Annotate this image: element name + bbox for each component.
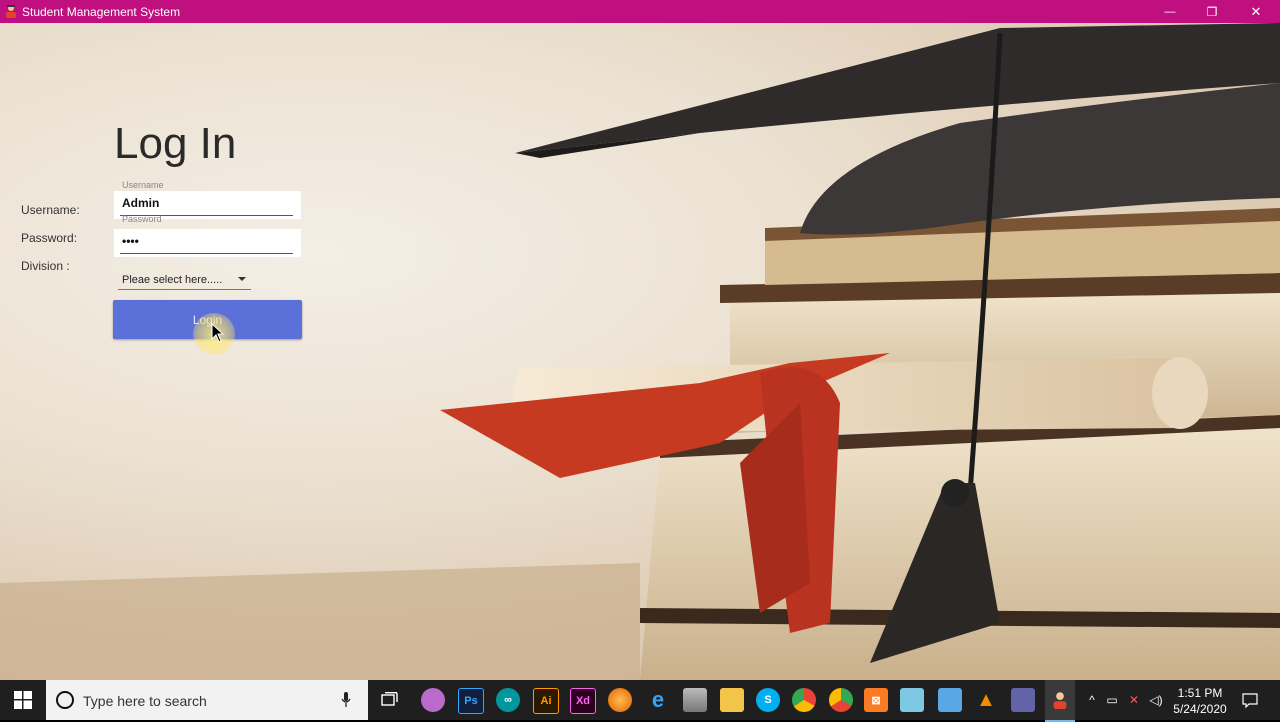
student-app-icon (6, 5, 16, 18)
photoshop-icon[interactable]: Ps (458, 688, 484, 714)
microphone-icon[interactable] (341, 692, 351, 708)
taskbar-search-box[interactable]: Type here to search (46, 680, 368, 720)
minimize-icon: — (1164, 5, 1176, 18)
division-label: Division : (21, 259, 70, 273)
windows-logo-icon (14, 691, 32, 709)
username-value: Admin (122, 196, 160, 210)
skype-icon[interactable]: S (756, 688, 780, 712)
search-placeholder: Type here to search (83, 693, 207, 709)
division-select[interactable]: Pleae select here..... (114, 268, 251, 290)
system-tray: ^ ▭ ✕ ◁) (1083, 680, 1167, 720)
password-value: •••• (122, 234, 139, 248)
minimize-button[interactable]: — (1148, 0, 1192, 23)
password-label: Password: (21, 231, 78, 245)
student-management-taskbar-icon[interactable] (1045, 680, 1075, 722)
xampp-icon[interactable]: ⊠ (864, 688, 888, 712)
network-icon[interactable]: ✕ (1123, 693, 1145, 707)
edge-icon[interactable]: e (646, 687, 670, 712)
maximize-button[interactable]: ❐ (1190, 0, 1234, 23)
start-button[interactable] (0, 680, 46, 720)
task-view-icon[interactable] (378, 688, 402, 712)
window-title: Student Management System (22, 5, 181, 19)
chevron-up-icon[interactable]: ^ (1083, 693, 1101, 707)
username-float-label: Username (122, 180, 164, 190)
chevron-down-icon (238, 277, 246, 281)
clock-date: 5/24/2020 (1173, 702, 1227, 716)
taskbar-clock[interactable]: 1:51 PM 5/24/2020 (1168, 685, 1232, 717)
login-heading: Log In (114, 119, 237, 168)
firefox-icon[interactable] (608, 688, 632, 712)
file-explorer-icon[interactable] (720, 688, 744, 712)
restore-icon: ❐ (1206, 4, 1218, 19)
title-bar[interactable]: Student Management System — ❐ ✕ (0, 0, 1280, 23)
chrome-alt-icon[interactable] (829, 688, 853, 712)
battery-icon[interactable]: ▭ (1101, 693, 1123, 707)
teams-icon[interactable] (1011, 688, 1035, 712)
paint-app-icon[interactable] (421, 688, 445, 712)
adobe-xd-icon[interactable]: Xd (570, 688, 596, 714)
login-screen: Log In Username: Username Admin Password… (0, 23, 1280, 680)
division-selected-value: Pleae select here..... (122, 274, 223, 286)
notepad-icon[interactable] (900, 688, 924, 712)
division-underline (118, 289, 251, 290)
database-icon[interactable] (683, 688, 707, 712)
password-field[interactable]: •••• (114, 229, 301, 257)
windows-taskbar: Type here to search Ps ∞ Ai Xd e S ⊠ ▲ ^… (0, 680, 1280, 722)
arduino-icon[interactable]: ∞ (496, 688, 520, 712)
password-underline (120, 253, 293, 254)
cortana-icon (56, 691, 74, 709)
close-icon: ✕ (1250, 3, 1262, 19)
app-window: Student Management System — ❐ ✕ Log In U… (0, 0, 1280, 680)
vlc-icon[interactable]: ▲ (974, 688, 998, 712)
illustrator-icon[interactable]: Ai (533, 688, 559, 714)
password-float-label: Password (122, 214, 162, 224)
notifications-icon[interactable] (1238, 688, 1262, 712)
mouse-pointer-icon (211, 323, 225, 343)
volume-icon[interactable]: ◁) (1145, 693, 1167, 707)
username-label: Username: (21, 203, 80, 217)
clock-time: 1:51 PM (1177, 686, 1223, 700)
cube-app-icon[interactable] (938, 688, 962, 712)
chrome-icon[interactable] (792, 688, 816, 712)
close-button[interactable]: ✕ (1234, 0, 1278, 23)
